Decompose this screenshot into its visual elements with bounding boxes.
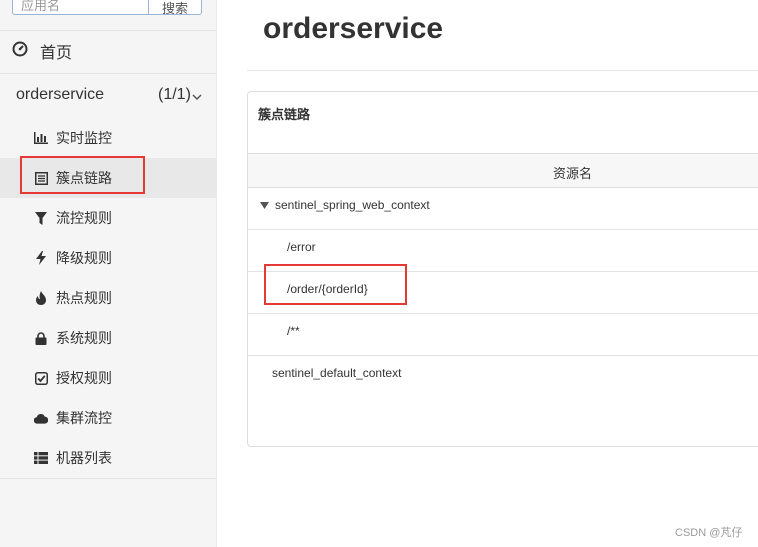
bar-chart-icon	[34, 131, 48, 145]
divider	[0, 478, 217, 479]
caret-down-icon[interactable]	[260, 198, 269, 212]
nav-item-label: 机器列表	[56, 450, 112, 466]
nav-item-label: 实时监控	[56, 130, 112, 146]
nav-item-label: 系统规则	[56, 330, 112, 346]
search-button[interactable]: 搜索	[149, 0, 202, 15]
app-group-orderservice[interactable]: orderservice (1/1)	[0, 84, 217, 108]
sidebar: 应用名 搜索 首页 orderservice (1/1) 实时监控 簇点链路 流…	[0, 0, 217, 547]
filter-icon	[34, 211, 48, 225]
highlight-box	[264, 264, 407, 305]
table-row[interactable]: /**	[248, 314, 758, 356]
lock-icon	[34, 331, 48, 345]
bolt-icon	[34, 251, 48, 265]
app-name: orderservice	[16, 86, 105, 103]
nav-item-label: 授权规则	[56, 370, 112, 386]
cloud-icon	[34, 411, 48, 425]
table-header: 资源名	[248, 153, 758, 188]
nav-item-label: 热点规则	[56, 290, 112, 306]
divider	[0, 73, 217, 74]
nav-home[interactable]: 首页	[12, 40, 72, 62]
nav-item-hotspot-rules[interactable]: 热点规则	[0, 278, 217, 318]
resource-name: /error	[287, 240, 316, 254]
app-machine-count: (1/1)	[158, 86, 191, 103]
nav-item-label: 降级规则	[56, 250, 112, 266]
app-search-input[interactable]: 应用名	[12, 0, 149, 15]
fire-icon	[34, 291, 48, 305]
app-search: 应用名 搜索	[12, 0, 202, 15]
dashboard-icon	[12, 41, 40, 62]
th-list-icon	[34, 451, 48, 465]
table-row[interactable]: sentinel_spring_web_context	[248, 188, 758, 230]
nav-item-authority-rules[interactable]: 授权规则	[0, 358, 217, 398]
nav-item-degrade-rules[interactable]: 降级规则	[0, 238, 217, 278]
nav-item-flow-rules[interactable]: 流控规则	[0, 198, 217, 238]
watermark: CSDN @芃仔	[675, 527, 743, 539]
nav-item-cluster-flow[interactable]: 集群流控	[0, 398, 217, 438]
column-header-resource-name: 资源名	[553, 166, 593, 181]
highlight-box	[20, 156, 145, 194]
nav-item-realtime-monitor[interactable]: 实时监控	[0, 118, 217, 158]
table-row[interactable]: sentinel_default_context	[248, 356, 758, 398]
resource-name: /**	[287, 324, 300, 338]
resource-name: sentinel_spring_web_context	[275, 198, 430, 212]
chevron-down-icon	[192, 88, 202, 106]
divider	[247, 70, 758, 71]
check-square-icon	[34, 371, 48, 385]
nav-item-label: 集群流控	[56, 410, 112, 426]
nav-item-system-rules[interactable]: 系统规则	[0, 318, 217, 358]
nav-item-label: 流控规则	[56, 210, 112, 226]
nav-home-label: 首页	[40, 45, 73, 62]
divider	[0, 30, 217, 31]
nav-item-machine-list[interactable]: 机器列表	[0, 438, 217, 478]
resource-name: sentinel_default_context	[272, 366, 402, 380]
panel-title: 簇点链路	[258, 107, 311, 122]
page-title: orderservice	[263, 12, 444, 45]
